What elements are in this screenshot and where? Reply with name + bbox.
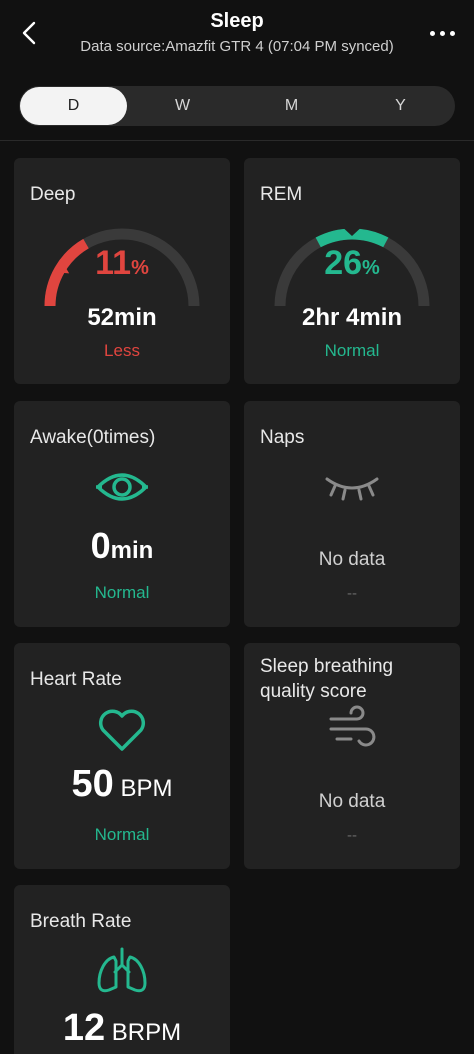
breathing-quality-card[interactable]: Sleep breathing quality score No data --	[244, 643, 460, 869]
awake-card[interactable]: Awake(0times) 0min Normal	[14, 401, 230, 627]
breath-rate-card[interactable]: Breath Rate 12 BRPM	[14, 885, 230, 1054]
deep-duration: 52min	[87, 304, 157, 331]
page-title: Sleep	[210, 10, 264, 32]
heart-rate-status: Normal	[94, 825, 150, 844]
deep-sleep-card[interactable]: Deep 11% 52min Less	[14, 158, 230, 384]
more-dot-icon	[449, 30, 455, 36]
awake-metric: 0min	[14, 525, 230, 567]
tab-week[interactable]: W	[128, 86, 237, 126]
card-title: Sleep breathing quality score	[260, 654, 393, 704]
deep-percent-unit: %	[131, 257, 149, 279]
breath-rate-unit: BRPM	[111, 1019, 182, 1046]
tab-day[interactable]: D	[20, 87, 127, 125]
rem-percent-unit: %	[362, 257, 380, 279]
wind-icon	[329, 705, 376, 747]
eye-icon-wrap	[14, 467, 230, 507]
wind-icon-wrap	[244, 705, 460, 755]
heart-rate-card[interactable]: Heart Rate 50 BPM Normal	[14, 643, 230, 869]
heart-rate-value: 50	[71, 763, 114, 805]
breathing-quality-sub: --	[347, 827, 357, 844]
rem-status: Normal	[324, 341, 380, 360]
divider	[0, 140, 474, 141]
card-title: Breath Rate	[30, 911, 132, 932]
deep-percent: 11%	[14, 244, 230, 283]
tab-year[interactable]: Y	[346, 86, 455, 126]
closed-eye-icon	[325, 477, 379, 501]
tab-month[interactable]: M	[237, 86, 346, 126]
card-title: Awake(0times)	[30, 427, 156, 448]
rem-sleep-card[interactable]: REM 26% 2hr 4min Normal	[244, 158, 460, 384]
deep-percent-value: 11	[95, 244, 132, 282]
heart-icon-wrap	[14, 707, 230, 753]
lungs-icon-wrap	[14, 945, 230, 995]
closed-eye-icon-wrap	[244, 473, 460, 501]
card-title-line2: quality score	[260, 681, 367, 702]
breathing-quality-status: No data	[318, 791, 386, 812]
lungs-icon	[97, 947, 147, 993]
rem-percent: 26%	[244, 244, 460, 283]
header: Sleep Data source:Amazfit GTR 4 (07:04 P…	[0, 0, 474, 72]
naps-status: No data	[318, 549, 386, 570]
breath-rate-value: 12	[62, 1007, 106, 1049]
card-title: Heart Rate	[30, 669, 122, 690]
more-options-button[interactable]	[428, 26, 456, 40]
awake-status: Normal	[94, 583, 150, 602]
breath-rate-metric: 12 BRPM	[14, 1007, 230, 1050]
rem-duration: 2hr 4min	[301, 304, 403, 331]
card-title-line1: Sleep breathing	[260, 656, 394, 677]
more-dot-icon	[439, 30, 445, 36]
awake-value: 0	[90, 525, 111, 566]
period-tabs: D W M Y	[19, 86, 455, 126]
eye-icon	[96, 473, 148, 501]
card-title: Naps	[260, 427, 305, 448]
heart-rate-unit: BPM	[120, 775, 173, 802]
awake-unit: min	[110, 537, 154, 564]
more-dot-icon	[429, 30, 435, 36]
naps-sub: --	[347, 585, 357, 602]
deep-status: Less	[104, 341, 140, 360]
heart-rate-metric: 50 BPM	[14, 763, 230, 806]
rem-percent-value: 26	[324, 244, 363, 282]
heart-icon	[98, 709, 146, 751]
data-source-subtitle: Data source:Amazfit GTR 4 (07:04 PM sync…	[80, 38, 394, 55]
naps-card[interactable]: Naps No data --	[244, 401, 460, 627]
